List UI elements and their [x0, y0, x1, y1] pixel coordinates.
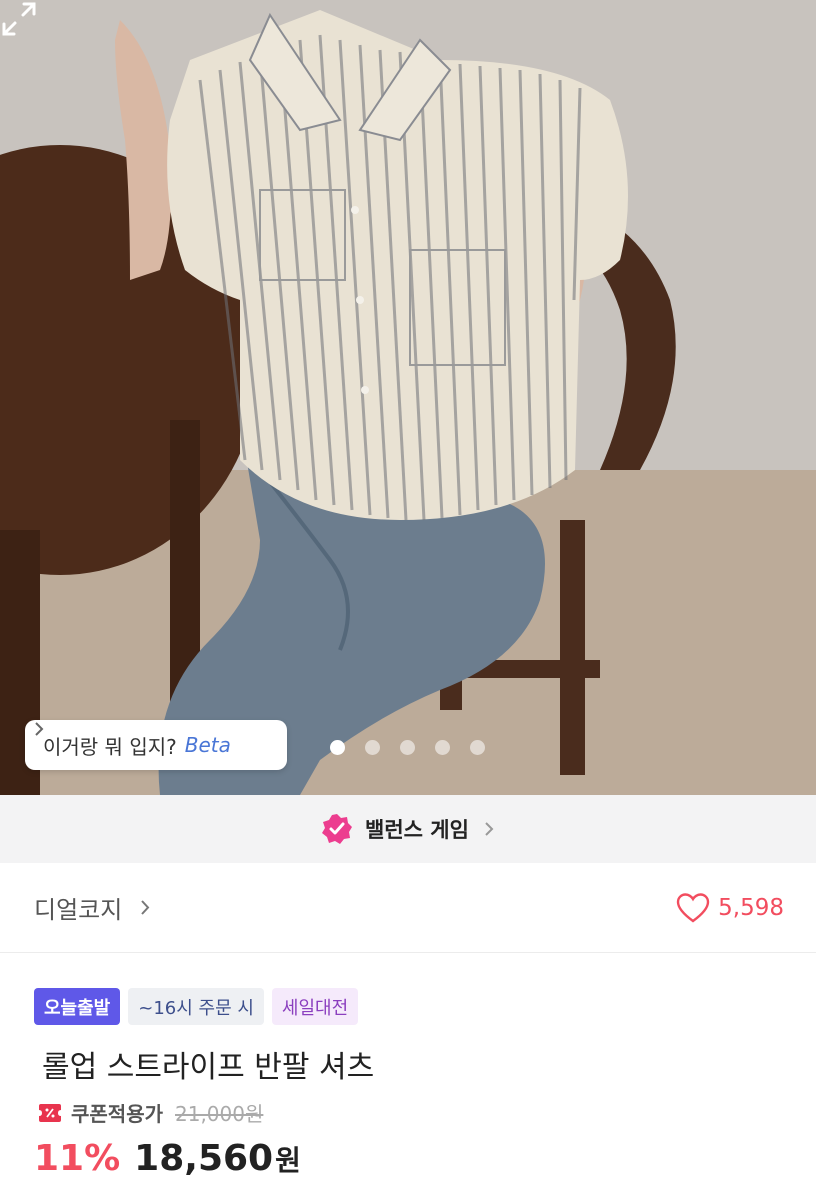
brand-name: 디얼코지	[34, 896, 123, 924]
like-count: 5,598	[718, 894, 784, 921]
balance-game-banner[interactable]: 밸런스 게임	[0, 795, 816, 863]
balance-game-label: 밸런스 게임	[365, 818, 469, 842]
carousel-indicator	[330, 740, 485, 755]
wear-suggestion-button[interactable]: 이거랑 뭐 입지? Beta	[25, 720, 287, 770]
check-badge-icon	[322, 814, 353, 844]
chevron-right-icon	[485, 822, 494, 836]
heart-icon	[676, 892, 710, 922]
coupon-icon	[39, 1103, 61, 1122]
product-photo-illustration	[0, 0, 816, 795]
carousel-dot-4[interactable]	[435, 740, 450, 755]
tag-order-cutoff: ~16시 주문 시	[128, 988, 264, 1025]
product-tags: 오늘출발 ~16시 주문 시 세일대전	[34, 988, 359, 1025]
tag-today-shipping: 오늘출발	[34, 988, 121, 1025]
carousel-dot-5[interactable]	[470, 740, 485, 755]
expand-icon[interactable]	[0, 0, 38, 38]
coupon-price-row: 쿠폰적용가 21,000원	[38, 1098, 263, 1127]
product-photo[interactable]: 이거랑 뭐 입지? Beta	[0, 0, 816, 795]
tag-sale-event: 세일대전	[271, 988, 359, 1025]
chevron-right-icon	[35, 722, 44, 736]
product-title: 롤업 스트라이프 반팔 셔츠	[42, 1050, 375, 1085]
currency-unit: 원	[275, 1144, 301, 1177]
like-button[interactable]: 5,598	[676, 892, 784, 923]
carousel-dot-2[interactable]	[365, 740, 380, 755]
beta-label: Beta	[184, 733, 231, 757]
carousel-dot-1[interactable]	[330, 740, 345, 755]
brand-row: 디얼코지 5,598	[0, 863, 816, 953]
sale-price: 18,560	[134, 1138, 274, 1179]
wear-suggestion-label: 이거랑 뭐 입지?	[43, 734, 177, 759]
chevron-right-icon	[141, 900, 150, 915]
sale-price-row: 11% 18,560 원	[34, 1138, 301, 1179]
discount-rate: 11%	[34, 1138, 121, 1179]
coupon-label: 쿠폰적용가	[71, 1102, 163, 1126]
carousel-dot-3[interactable]	[400, 740, 415, 755]
brand-link[interactable]: 디얼코지	[34, 890, 151, 925]
original-price: 21,000원	[175, 1102, 264, 1126]
